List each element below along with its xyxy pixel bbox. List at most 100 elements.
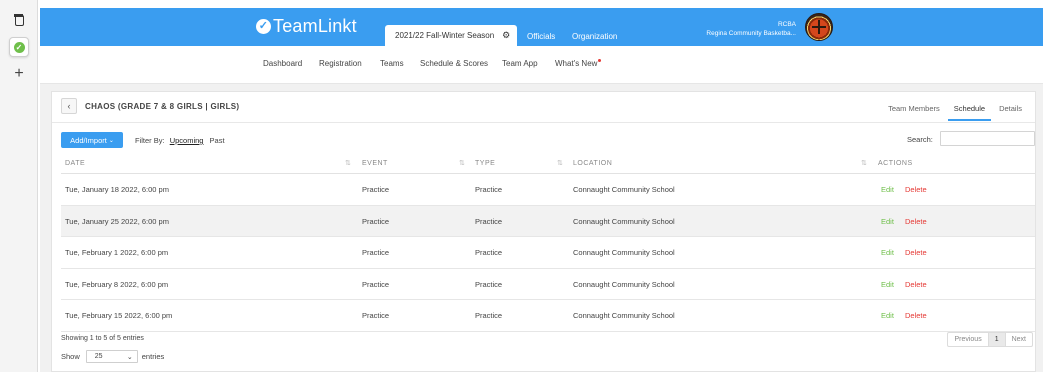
edit-link[interactable]: Edit xyxy=(881,280,894,289)
cell-location: Connaught Community School xyxy=(573,311,675,320)
cell-type: Practice xyxy=(475,311,503,320)
delete-link[interactable]: Delete xyxy=(905,248,927,257)
page-length-select[interactable]: 25 ⌄ xyxy=(85,350,138,363)
add-import-button[interactable]: Add/Import ⌄ xyxy=(61,132,123,148)
delete-link[interactable]: Delete xyxy=(905,280,927,289)
cell-date: Tue, February 1 2022, 6:00 pm xyxy=(65,248,169,257)
pager-previous[interactable]: Previous xyxy=(948,333,989,346)
nav-registration[interactable]: Registration xyxy=(319,59,362,68)
officials-link[interactable]: Officials xyxy=(527,32,555,41)
entries-info: Showing 1 to 5 of 5 entries xyxy=(61,335,144,342)
filter-past[interactable]: Past xyxy=(210,136,225,145)
browser-sidebar: ✓ + xyxy=(0,0,38,372)
organization-link[interactable]: Organization xyxy=(572,32,617,41)
schedule-card: ‹ CHAOS (GRADE 7 & 8 GIRLS | GIRLS) Team… xyxy=(51,91,1036,372)
filter-upcoming[interactable]: Upcoming xyxy=(170,136,204,145)
cell-date: Tue, February 15 2022, 6:00 pm xyxy=(65,311,173,320)
secondary-nav: Dashboard Registration Teams Schedule & … xyxy=(40,46,1043,84)
check-circle-icon: ✓ xyxy=(256,18,271,34)
delete-link[interactable]: Delete xyxy=(905,217,927,226)
plus-icon[interactable]: + xyxy=(11,65,27,82)
nav-schedule-scores[interactable]: Schedule & Scores xyxy=(420,59,488,68)
cell-location: Connaught Community School xyxy=(573,216,675,226)
pager-page-1[interactable]: 1 xyxy=(988,333,1006,346)
tab-team-members[interactable]: Team Members xyxy=(882,102,946,121)
entries-label: entries xyxy=(141,352,165,361)
app-check-icon[interactable]: ✓ xyxy=(9,37,29,57)
header-type[interactable]: TYPE xyxy=(475,160,495,167)
schedule-table: DATE ⇅ EVENT ⇅ TYPE ⇅ LOCATION ⇅ ACTIONS… xyxy=(61,154,1035,332)
tab-schedule[interactable]: Schedule xyxy=(947,102,992,121)
cell-event: Practice xyxy=(362,311,390,320)
search-input[interactable] xyxy=(940,131,1035,146)
cell-event: Practice xyxy=(362,248,390,257)
edit-link[interactable]: Edit xyxy=(881,217,894,226)
cell-date: Tue, February 8 2022, 6:00 pm xyxy=(65,279,169,289)
sort-icon[interactable]: ⇅ xyxy=(861,159,867,167)
sort-icon[interactable]: ⇅ xyxy=(557,159,563,167)
season-label: 2021/22 Fall-Winter Season xyxy=(395,31,495,40)
edit-link[interactable]: Edit xyxy=(881,311,894,320)
header-date[interactable]: DATE xyxy=(65,160,85,167)
brand-name: TeamLinkt xyxy=(273,15,357,36)
org-full-name: Regina Community Basketba... xyxy=(706,30,796,37)
table-row: Tue, February 8 2022, 6:00 pm Practice P… xyxy=(61,269,1035,300)
chevron-left-icon: ‹ xyxy=(67,101,71,111)
team-tabs: Team Members Schedule Details xyxy=(880,102,1028,121)
pager-next[interactable]: Next xyxy=(1006,333,1032,346)
cell-date: Tue, January 18 2022, 6:00 pm xyxy=(65,185,169,194)
cell-event: Practice xyxy=(362,216,390,226)
sort-icon[interactable]: ⇅ xyxy=(459,159,465,167)
notification-dot xyxy=(598,59,602,62)
nav-whats-new[interactable]: What's New xyxy=(555,59,602,68)
page-length-value: 25 xyxy=(94,353,103,360)
top-header: ✓ TeamLinkt 2021/22 Fall-Winter Season ⚙… xyxy=(40,8,1043,46)
cell-location: Connaught Community School xyxy=(573,185,675,194)
table-header: DATE ⇅ EVENT ⇅ TYPE ⇅ LOCATION ⇅ ACTIONS xyxy=(61,154,1035,174)
nav-teams[interactable]: Teams xyxy=(380,59,404,68)
edit-link[interactable]: Edit xyxy=(881,248,894,257)
header-event[interactable]: EVENT xyxy=(362,160,388,167)
chevron-down-icon: ⌄ xyxy=(108,137,114,144)
cell-type: Practice xyxy=(475,216,503,226)
cell-event: Practice xyxy=(362,185,390,194)
edit-link[interactable]: Edit xyxy=(881,185,894,194)
org-switcher[interactable]: RCBA Regina Community Basketba... xyxy=(706,20,796,38)
filter-by: Filter By: Upcoming Past xyxy=(135,136,225,145)
card-divider xyxy=(52,122,1035,123)
nav-team-app[interactable]: Team App xyxy=(502,59,538,68)
search-label: Search: xyxy=(907,135,933,144)
brand-logo[interactable]: ✓ TeamLinkt xyxy=(256,15,357,37)
table-row: Tue, February 15 2022, 6:00 pm Practice … xyxy=(61,300,1035,332)
show-label: Show xyxy=(61,352,80,361)
back-button[interactable]: ‹ xyxy=(61,98,77,114)
cell-date: Tue, January 25 2022, 6:00 pm xyxy=(65,216,169,226)
cell-type: Practice xyxy=(475,185,503,194)
delete-link[interactable]: Delete xyxy=(905,185,927,194)
pagination: Previous 1 Next xyxy=(947,332,1033,347)
header-actions: ACTIONS xyxy=(878,160,913,167)
table-row: Tue, January 18 2022, 6:00 pm Practice P… xyxy=(61,174,1035,206)
nav-whats-new-label: What's New xyxy=(555,59,598,68)
cell-location: Connaught Community School xyxy=(573,279,675,289)
delete-link[interactable]: Delete xyxy=(905,311,927,320)
header-location[interactable]: LOCATION xyxy=(573,160,612,167)
add-import-label: Add/Import xyxy=(70,135,107,145)
cell-event: Practice xyxy=(362,279,390,289)
table-row: Tue, February 1 2022, 6:00 pm Practice P… xyxy=(61,237,1035,269)
nav-dashboard[interactable]: Dashboard xyxy=(263,59,302,68)
sort-icon[interactable]: ⇅ xyxy=(345,159,351,167)
pages-icon[interactable] xyxy=(11,12,27,28)
cell-location: Connaught Community School xyxy=(573,248,675,257)
team-title: CHAOS (GRADE 7 & 8 GIRLS | GIRLS) xyxy=(85,101,240,111)
table-row: Tue, January 25 2022, 6:00 pm Practice P… xyxy=(61,205,1035,237)
org-abbrev: RCBA xyxy=(777,21,796,28)
gear-icon[interactable]: ⚙ xyxy=(502,30,510,41)
org-logo[interactable] xyxy=(805,13,833,41)
team-header: ‹ CHAOS (GRADE 7 & 8 GIRLS | GIRLS) xyxy=(61,98,239,114)
cell-type: Practice xyxy=(475,279,503,289)
filter-label: Filter By: xyxy=(135,136,165,145)
page-length: Show 25 ⌄ entries xyxy=(61,350,164,363)
tab-details[interactable]: Details xyxy=(993,102,1028,121)
season-selector[interactable]: 2021/22 Fall-Winter Season ⚙ xyxy=(385,25,517,46)
